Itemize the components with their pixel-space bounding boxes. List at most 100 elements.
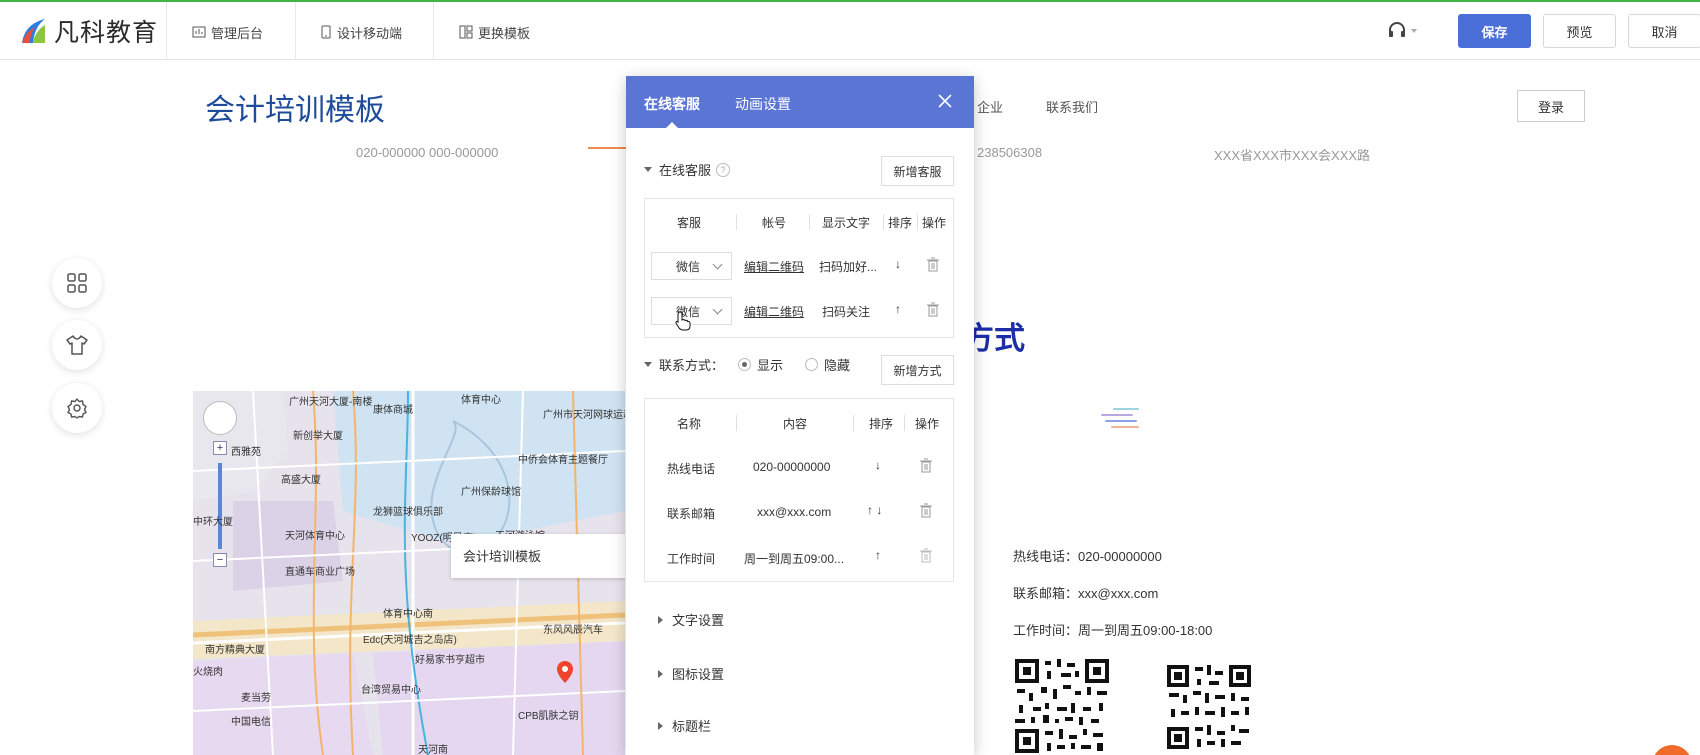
zoom-out-button[interactable]: − [213,553,227,567]
divider [736,415,737,431]
contact-table: 名称 内容 排序 操作 热线电话 020-00000000 ↓ 联系邮箱 xxx… [644,398,954,582]
side-tool-theme[interactable] [52,320,102,370]
section-contact[interactable]: 联系方式： 显示 隐藏 [644,355,850,374]
map-label: 天河南 [418,745,448,755]
divider [433,2,434,60]
map-label: 新创举大厦 [293,431,343,442]
editor-toolbar: 凡科教育 管理后台 设计移动端 更换模板 保存 预览 取消 [0,2,1700,60]
tab-online-service[interactable]: 在线客服 [644,94,700,114]
contact-content[interactable]: xxx@xxx.com [757,505,831,519]
map-label: Edc(天河城吉之岛店) [363,635,457,646]
active-tab-caret [666,122,678,128]
sort-arrow[interactable]: ↓ [895,257,901,271]
map-label: 东风风辰汽车 [543,625,603,636]
logo[interactable]: 凡科教育 [18,14,158,48]
cancel-button[interactable]: 取消 [1628,14,1700,48]
faded-text: 020-000000 000-000000 [356,145,499,160]
hand-cursor-icon [675,311,691,331]
radio-hide[interactable]: 隐藏 [805,355,850,374]
template-icon [459,25,473,39]
site-title[interactable]: 会计培训模板 [205,85,385,129]
display-text[interactable]: 扫码加好... [819,258,877,275]
contact-name[interactable]: 工作时间 [667,550,715,567]
edit-qrcode-link[interactable]: 编辑二维码 [744,303,804,320]
service-type-select[interactable]: 微信 [651,252,732,280]
contact-content[interactable]: 周一到周五09:00... [744,550,844,567]
map-widget[interactable]: + − 广州天河大厦-南楼 康体商城 体育中心 广州市天河网球运动学校 新创举大… [193,391,625,755]
table-header: 排序 [888,216,913,230]
map-label: 中环大厦 [193,517,233,528]
site-nav-item[interactable]: 联系我们 [1046,97,1098,116]
logo-mark-icon [18,16,48,46]
map-label: 中侨会体育主题餐厅 [518,455,608,466]
nav-mobile[interactable]: 设计移动端 [320,21,402,43]
chevron-down-icon [712,304,723,315]
radio-icon [805,358,819,371]
divider [883,214,884,230]
section-icon-settings[interactable]: 图标设置 [658,664,724,683]
trash-icon[interactable] [919,503,933,518]
tab-animation[interactable]: 动画设置 [735,94,791,114]
contact-name[interactable]: 热线电话 [667,460,715,477]
nav-admin[interactable]: 管理后台 [192,21,263,43]
caret-right-icon [658,615,663,624]
table-header: 显示文字 [822,216,871,230]
display-text[interactable]: 扫码关注 [822,303,870,320]
sort-arrow[interactable]: ↓ [875,458,881,472]
save-button[interactable]: 保存 [1458,14,1531,48]
help-icon[interactable]: ? [716,162,731,177]
chevron-down-icon [1411,29,1417,33]
preview-button[interactable]: 预览 [1543,14,1616,48]
contact-name[interactable]: 联系邮箱 [667,505,715,522]
qr-code-2 [1165,663,1253,751]
map-zoom-control[interactable] [203,401,237,435]
sort-arrow[interactable]: ↑ [895,302,901,316]
service-table: 客服 帐号 显示文字 排序 操作 微信 编辑二维码 扫码加好... ↓ 微信 编… [644,198,954,338]
nav-change-template[interactable]: 更换模板 [459,21,530,43]
section-online-service[interactable]: 在线客服 ? [644,160,731,179]
qr-code-1 [1013,657,1111,755]
trash-icon[interactable] [919,548,933,563]
trash-icon[interactable] [919,458,933,473]
table-header: 操作 [915,417,940,431]
floating-service-button[interactable] [1652,745,1692,755]
mobile-icon [321,25,331,39]
caret-right-icon [658,721,663,730]
trash-icon[interactable] [926,302,940,317]
map-label: 直通车商业广场 [285,567,355,578]
section-title-bar[interactable]: 标题栏 [658,716,711,735]
sort-arrow[interactable]: ↑ [875,548,881,562]
nav-active-underline [588,147,628,149]
trash-icon[interactable] [926,257,940,272]
map-label: 好易家书亨超市 [415,655,485,666]
divider [809,214,810,230]
add-contact-button[interactable]: 新增方式 [881,355,954,385]
edit-qrcode-link[interactable]: 编辑二维码 [744,258,804,275]
close-icon[interactable] [936,92,954,110]
service-type-select[interactable]: 微信 [651,297,732,325]
contact-content[interactable]: 020-00000000 [753,460,830,474]
zoom-in-button[interactable]: + [213,441,227,455]
site-nav-item[interactable]: 企业 [977,97,1003,116]
support-menu[interactable] [1387,21,1417,41]
radio-selected-icon [738,358,752,371]
sort-arrow[interactable]: ↑ ↓ [867,503,882,517]
add-service-button[interactable]: 新增客服 [881,156,954,186]
map-label: 广州市天河网球运动学校 [543,410,625,421]
radio-show[interactable]: 显示 [738,355,783,374]
table-header: 排序 [869,417,894,431]
map-label: 广州保龄球馆 [461,487,521,498]
section-text-settings[interactable]: 文字设置 [658,610,724,629]
table-header: 客服 [677,216,702,230]
table-header: 操作 [922,216,947,230]
map-label: 西雅苑 [231,447,261,458]
map-label: 台湾贸易中心 [361,685,421,696]
map-label: 火烧肉 [193,667,223,678]
divider [853,415,854,431]
service-settings-panel: 在线客服 动画设置 在线客服 ? 新增客服 客服 帐号 显示文字 排序 操作 微… [626,76,974,755]
zoom-slider[interactable] [218,463,222,549]
side-tool-settings[interactable] [52,383,102,433]
side-tool-modules[interactable] [52,258,102,308]
login-button[interactable]: 登录 [1517,90,1585,122]
chart-icon [192,26,206,38]
